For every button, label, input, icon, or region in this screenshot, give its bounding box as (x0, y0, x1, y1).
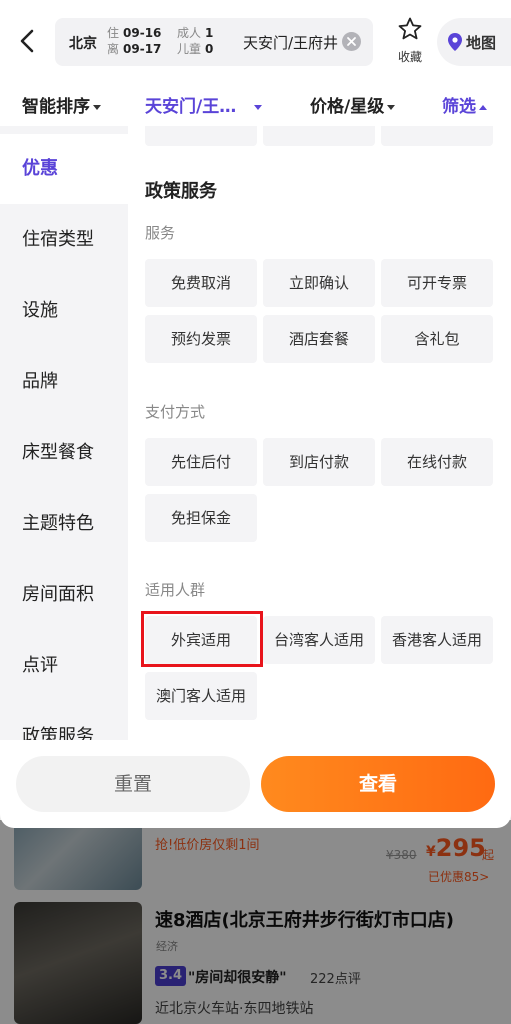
sidebar-item-brand[interactable]: 品牌 (0, 347, 128, 417)
option-reserve-invoice[interactable]: 预约发票 (145, 315, 257, 363)
option-no-deposit[interactable]: 免担保金 (145, 494, 257, 542)
sidebar-item-lodging-type[interactable]: 住宿类型 (0, 205, 128, 275)
back-arrow-icon[interactable] (16, 28, 40, 54)
option-special-invoice[interactable]: 可开专票 (381, 259, 493, 307)
dim-overlay[interactable] (0, 820, 511, 1024)
city-label[interactable]: 北京 (69, 33, 97, 53)
favorite-label: 收藏 (397, 50, 422, 64)
option-chip[interactable] (145, 126, 257, 146)
option-chip[interactable] (381, 126, 493, 146)
option-instant-confirm[interactable]: 立即确认 (263, 259, 375, 307)
sidebar-item-facilities[interactable]: 设施 (0, 276, 128, 346)
checkin-date: 09-16 (123, 26, 162, 40)
chevron-down-icon (93, 104, 101, 110)
option-taiwan-guests[interactable]: 台湾客人适用 (263, 616, 375, 664)
sidebar-item-bed-meal[interactable]: 床型餐食 (0, 418, 128, 488)
star-icon (398, 17, 422, 40)
group-label-payment: 支付方式 (145, 403, 206, 421)
map-button[interactable]: 地图 (437, 18, 511, 66)
highlight-box (141, 611, 263, 667)
sidebar-item-reviews[interactable]: 点评 (0, 631, 128, 701)
clear-icon[interactable] (342, 32, 361, 51)
section-title: 政策服务 (145, 181, 217, 202)
location-dropdown[interactable]: 天安门/王… (145, 92, 263, 117)
filter-category-sidebar: 优惠 住宿类型 设施 品牌 床型餐食 主题特色 房间面积 点评 政策服务 (0, 126, 128, 740)
filter-bar: 智能排序 天安门/王… 价格/星级 筛选 (0, 82, 511, 126)
option-free-cancel[interactable]: 免费取消 (145, 259, 257, 307)
filter-options-panel: 政策服务 服务 免费取消 立即确认 可开专票 预约发票 酒店套餐 含礼包 支付方… (128, 126, 511, 740)
sort-dropdown[interactable]: 智能排序 (22, 92, 101, 117)
chevron-down-icon (387, 104, 396, 110)
date-range[interactable]: 住 09-16 离 09-17 (107, 25, 161, 57)
option-hotel-package[interactable]: 酒店套餐 (263, 315, 375, 363)
sidebar-item-room-size[interactable]: 房间面积 (0, 560, 128, 630)
checkout-date: 09-17 (123, 42, 162, 56)
sidebar-item-theme[interactable]: 主题特色 (0, 489, 128, 559)
option-hongkong-guests[interactable]: 香港客人适用 (381, 616, 493, 664)
option-pay-after-stay[interactable]: 先住后付 (145, 438, 257, 486)
option-gift-pack[interactable]: 含礼包 (381, 315, 493, 363)
option-chip[interactable] (263, 126, 375, 146)
top-bar: 北京 住 09-16 离 09-17 成人 1 儿童 0 天安门/王府井 收藏 地图 (0, 0, 511, 82)
search-box[interactable]: 北京 住 09-16 离 09-17 成人 1 儿童 0 天安门/王府井 (55, 18, 373, 66)
sidebar-item-policy[interactable]: 政策服务 (0, 702, 128, 740)
chevron-up-icon (479, 104, 487, 110)
location-pin-icon (448, 33, 462, 51)
reset-button[interactable]: 重置 (16, 756, 250, 812)
option-pay-at-hotel[interactable]: 到店付款 (263, 438, 375, 486)
filter-dropdown[interactable]: 筛选 (442, 92, 487, 117)
group-label-service: 服务 (145, 224, 176, 242)
chevron-down-icon (254, 104, 263, 110)
keyword-input[interactable]: 天安门/王府井 (243, 32, 341, 53)
option-macau-guests[interactable]: 澳门客人适用 (145, 672, 257, 720)
view-results-button[interactable]: 查看 (261, 756, 495, 812)
price-star-dropdown[interactable]: 价格/星级 (310, 92, 396, 117)
favorite-button[interactable]: 收藏 (392, 16, 428, 65)
action-bar: 重置 查看 (0, 740, 511, 828)
sidebar-item-discount[interactable]: 优惠 (0, 134, 128, 204)
group-label-guests: 适用人群 (145, 581, 206, 599)
guest-count[interactable]: 成人 1 儿童 0 (177, 25, 213, 57)
option-pay-online[interactable]: 在线付款 (381, 438, 493, 486)
map-label: 地图 (466, 34, 497, 52)
